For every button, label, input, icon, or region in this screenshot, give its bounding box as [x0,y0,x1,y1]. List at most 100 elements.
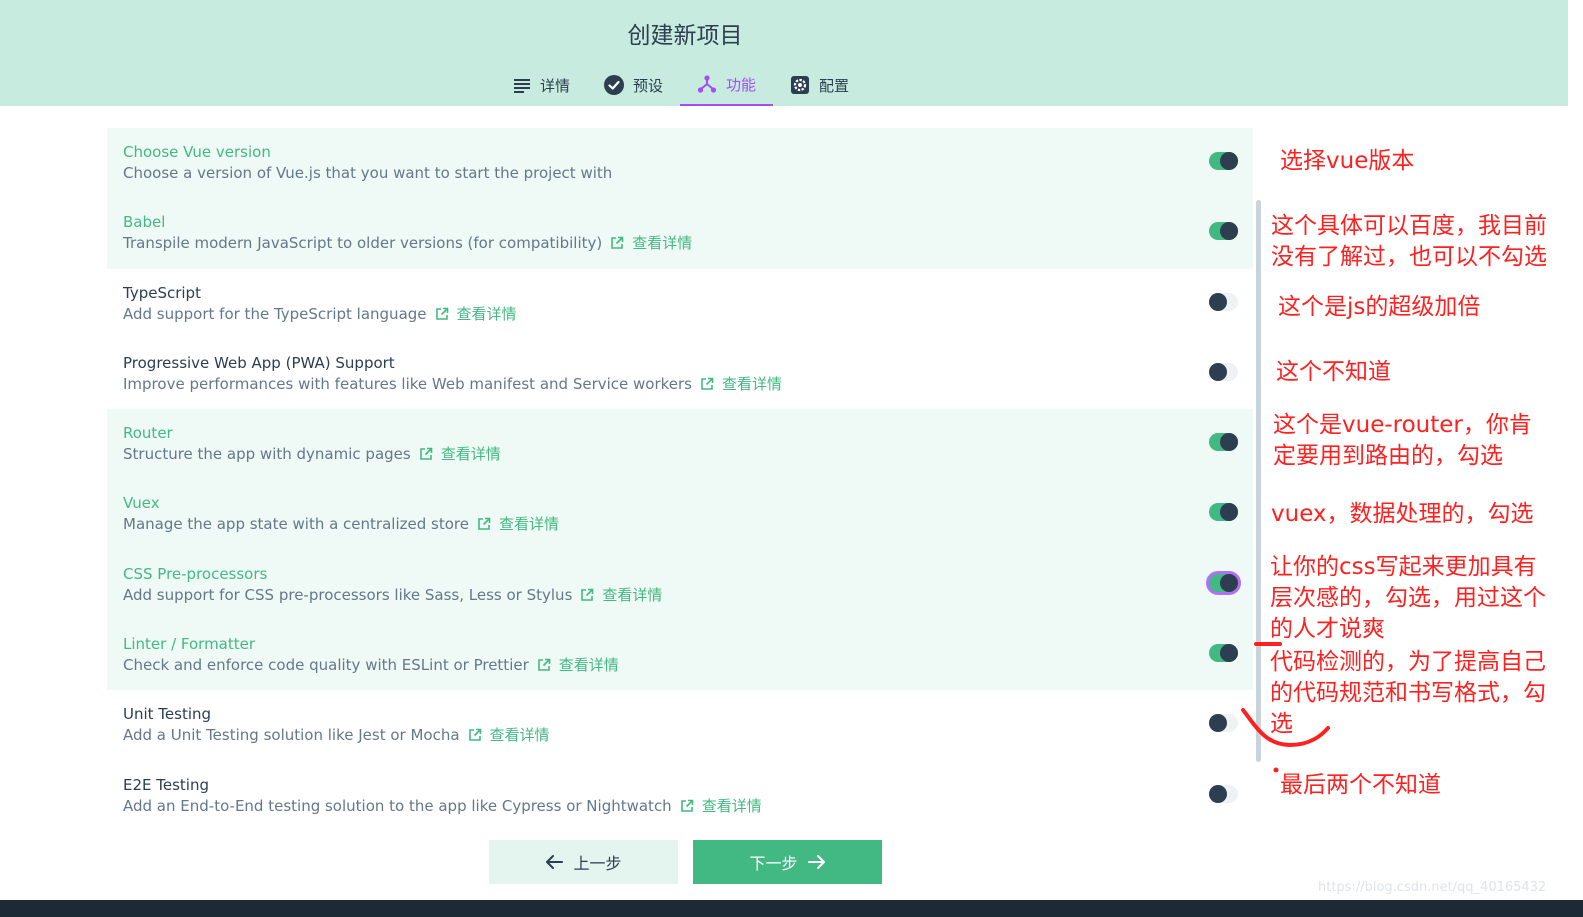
annotation-line: 的人才说爽 [1270,616,1385,642]
more-info-link[interactable]: 查看详情 [559,656,619,674]
feature-title: Linter / Formatter [123,635,256,654]
external-link-icon[interactable] [419,447,433,461]
feature-desc-text: Manage the app state with a centralized … [123,515,469,534]
external-link-icon[interactable] [680,799,694,813]
toggle-knob [1220,152,1238,170]
app-window: 创建新项目 详情 预设 功能 配置 Choose Vue version Cho… [0,0,1583,917]
annotation-line: 代码检测的，为了提高自己 [1270,649,1546,675]
more-info-link[interactable]: 查看详情 [722,375,782,393]
arrow-left-icon [545,854,564,870]
prev-button-label: 上一步 [573,854,622,873]
external-link-icon[interactable] [537,658,551,672]
feature-description: Choose a version of Vue.js that you want… [123,164,1237,182]
annotation-note: 这个是vue-router，你肯 定要用到路由的，勾选 [1273,410,1532,472]
feature-desc-text: Add an End-to-End testing solution to th… [123,796,672,815]
toggle-knob [1209,714,1227,733]
tab-bar: 详情 预设 功能 配置 [496,64,866,106]
feature-desc-text: Choose a version of Vue.js that you want… [123,164,613,182]
tab-label: 功能 [726,75,757,94]
feature-row[interactable]: Progressive Web App (PWA) Support Improve… [107,339,1253,409]
feature-toggle[interactable] [1209,644,1238,663]
feature-desc-text: Transpile modern JavaScript to older ver… [123,234,603,253]
annotation-line: 最后两个不知道 [1280,772,1441,798]
feature-row[interactable]: CSS Pre-processors Add support for CSS pr… [107,549,1253,621]
feature-title: Router [123,424,173,443]
tab-details[interactable]: 详情 [496,64,587,106]
header: 创建新项目 详情 预设 功能 配置 [0,0,1568,106]
more-info-link[interactable]: 查看详情 [441,445,501,463]
feature-title: E2E Testing [123,775,210,794]
external-link-icon[interactable] [435,307,449,321]
tab-label: 详情 [540,76,571,95]
feature-row[interactable]: Linter / Formatter Check and enforce code… [107,620,1253,691]
watermark: https://blog.csdn.net/qq_40165432 [1318,880,1547,895]
feature-toggle[interactable] [1209,362,1238,381]
annotation-line: 的代码规范和书写格式，勾 [1270,680,1546,706]
list-icon [513,77,531,93]
more-info-link[interactable]: 查看详情 [602,586,662,604]
annotation-line: 这个不知道 [1276,359,1391,385]
tab-config[interactable]: 配置 [773,64,866,106]
external-link-icon[interactable] [468,728,482,742]
external-link-icon[interactable] [700,377,714,391]
bottom-bar [0,900,1583,917]
prev-button[interactable]: 上一步 [489,840,678,884]
more-info-link[interactable]: 查看详情 [490,726,550,744]
tab-label: 配置 [819,76,850,95]
feature-row[interactable]: Babel Transpile modern JavaScript to olde… [107,198,1253,269]
toggle-knob [1220,644,1238,663]
more-info-link[interactable]: 查看详情 [499,515,559,533]
more-info-link[interactable]: 查看详情 [457,305,517,323]
feature-row[interactable]: Router Structure the app with dynamic pag… [107,409,1253,480]
feature-toggle[interactable] [1209,292,1238,311]
scrollbar[interactable] [1256,200,1261,762]
feature-row[interactable]: TypeScript Add support for the TypeScript… [107,269,1253,339]
more-info-link[interactable]: 查看详情 [632,234,692,252]
feature-title: Babel [123,213,166,232]
external-link-icon[interactable] [477,517,491,531]
fork-icon [697,74,717,94]
feature-desc-text: Structure the app with dynamic pages [123,445,411,464]
feature-toggle[interactable] [1209,573,1238,592]
feature-description: Add a Unit Testing solution like Jest or… [123,726,1237,744]
feature-desc-text: Add support for the TypeScript language [123,304,427,323]
feature-title: Choose Vue version [123,143,271,161]
toggle-knob [1209,362,1227,381]
tab-features[interactable]: 功能 [680,64,774,106]
toggle-knob [1220,573,1238,592]
annotation-line: 让你的css写起来更加具有 [1270,554,1537,580]
annotation-line: 选 [1270,711,1293,737]
more-info-link[interactable]: 查看详情 [702,797,762,815]
check-circle-icon [604,75,625,95]
feature-toggle[interactable] [1209,152,1238,170]
feature-description: Transpile modern JavaScript to older ver… [123,234,1237,252]
feature-list: Choose Vue version Choose a version of Vu… [107,128,1253,831]
feature-toggle[interactable] [1209,784,1238,803]
feature-desc-text: Add a Unit Testing solution like Jest or… [123,726,460,745]
external-link-icon[interactable] [610,236,624,250]
feature-row[interactable]: Vuex Manage the app state with a centrali… [107,479,1253,550]
next-button[interactable]: 下一步 [693,840,882,884]
feature-toggle[interactable] [1209,433,1238,452]
annotation-line: vuex，数据处理的，勾选 [1271,501,1534,527]
feature-row[interactable]: Choose Vue version Choose a version of Vu… [107,128,1253,199]
feature-title: Vuex [123,494,160,513]
feature-toggle[interactable] [1209,714,1238,733]
annotation-note: 这个不知道 [1276,357,1391,388]
feature-title: CSS Pre-processors [123,564,268,583]
tab-presets[interactable]: 预设 [587,64,680,106]
feature-toggle[interactable] [1209,222,1238,241]
annotation-note: 最后两个不知道 [1280,770,1441,801]
next-button-label: 下一步 [749,854,798,873]
feature-row[interactable]: Unit Testing Add a Unit Testing solution … [107,690,1253,760]
feature-description: Manage the app state with a centralized … [123,515,1237,533]
feature-row[interactable]: E2E Testing Add an End-to-End testing sol… [107,761,1253,831]
feature-desc-text: Improve performances with features like … [123,374,692,393]
annotation-line: 层次感的，勾选，用过这个 [1270,585,1546,611]
feature-title: Progressive Web App (PWA) Support [123,353,395,372]
annotation-line: 这个是vue-router，你肯 [1273,412,1532,438]
annotation-note: 选择vue版本 [1280,146,1414,177]
feature-toggle[interactable] [1209,503,1238,522]
external-link-icon[interactable] [580,588,594,602]
annotation-note: 这个是js的超级加倍 [1278,292,1480,323]
